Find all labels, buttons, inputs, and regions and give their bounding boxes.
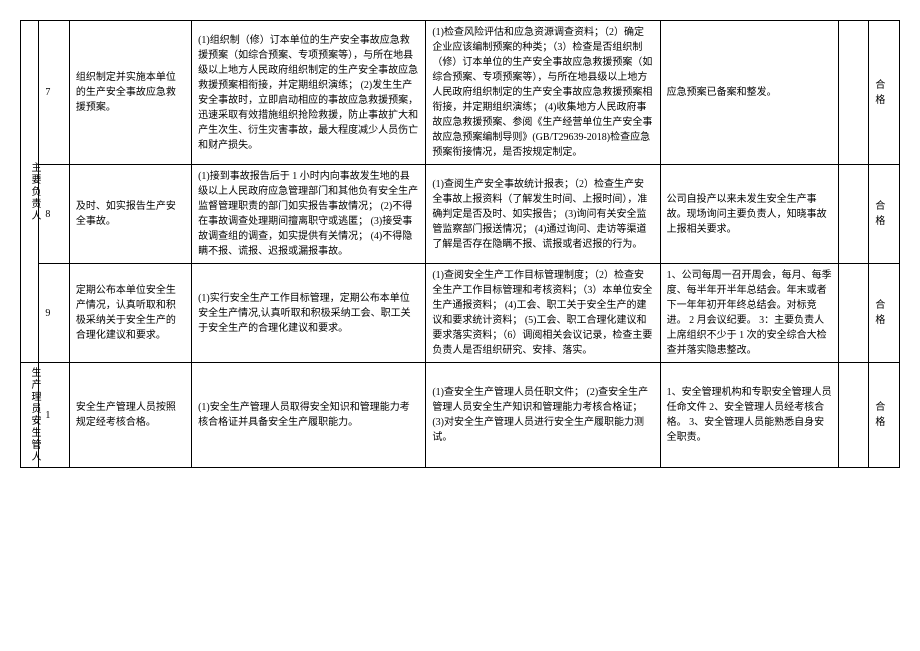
category-cell: 主要负责人 <box>21 21 39 363</box>
requirement-cell: (1)安全生产管理人员取得安全知识和管理能力考核合格证并具备安全生产履职能力。 <box>192 363 426 468</box>
item-cell: 及时、如实报告生产安全事故。 <box>69 165 191 264</box>
category-label: 生产理员安生管人 <box>27 367 42 463</box>
result-cell: 合格 <box>869 363 900 468</box>
note-cell: 1、公司每周一召开周会，每月、每季度、每半年开半年总结会。年末或者下一年年初开年… <box>660 264 838 363</box>
result-cell: 合格 <box>869 165 900 264</box>
row-number: 7 <box>39 21 70 165</box>
item-cell: 定期公布本单位安全生产情况，认真听取和积极采纳关于安全生产的合理化建议和要求。 <box>69 264 191 363</box>
check-cell: (1)检查风险评估和应急资源调查资料；（2）确定企业应该编制预案的种类；（3）检… <box>426 21 660 165</box>
table-row: 8 及时、如实报告生产安全事故。 (1)接到事故报告后于 1 小时内向事故发生地… <box>21 165 900 264</box>
blank-cell <box>838 21 869 165</box>
table-row: 主要负责人 7 组织制定并实施本单位的生产安全事故应急救援预案。 (1)组织制（… <box>21 21 900 165</box>
row-number: 9 <box>39 264 70 363</box>
check-cell: (1)查安全生产管理人员任职文件； (2)查安全生产管理人员安全生产知识和管理能… <box>426 363 660 468</box>
check-cell: (1)查阅安全生产工作目标管理制度；（2）检查安全生产工作目标管理和考核资料；（… <box>426 264 660 363</box>
blank-cell <box>838 165 869 264</box>
requirement-cell: (1)组织制（修）订本单位的生产安全事故应急救援预案（如综合预案、专项预案等），… <box>192 21 426 165</box>
result-cell: 合格 <box>869 21 900 165</box>
blank-cell <box>838 363 869 468</box>
category-label: 主要负责人 <box>27 162 42 222</box>
inspection-table: 主要负责人 7 组织制定并实施本单位的生产安全事故应急救援预案。 (1)组织制（… <box>20 20 900 468</box>
item-cell: 安全生产管理人员按照规定经考核合格。 <box>69 363 191 468</box>
row-number: 1 <box>39 363 70 468</box>
table-row: 生产理员安生管人 1 安全生产管理人员按照规定经考核合格。 (1)安全生产管理人… <box>21 363 900 468</box>
requirement-cell: (1)接到事故报告后于 1 小时内向事故发生地的县级以上人民政府应急管理部门和其… <box>192 165 426 264</box>
requirement-cell: (1)实行安全生产工作目标管理，定期公布本单位安全生产情况,认真听取和积极采纳工… <box>192 264 426 363</box>
note-cell: 应急预案已备案和整发。 <box>660 21 838 165</box>
check-cell: (1)查阅生产安全事故统计报表；（2）检查生产安全事故上报资料（了解发生时间、上… <box>426 165 660 264</box>
row-number: 8 <box>39 165 70 264</box>
category-cell: 生产理员安生管人 <box>21 363 39 468</box>
result-cell: 合格 <box>869 264 900 363</box>
note-cell: 公司自投产以来未发生安全生产事故。现场询问主要负责人，知晓事故上报相关要求。 <box>660 165 838 264</box>
table-row: 9 定期公布本单位安全生产情况，认真听取和积极采纳关于安全生产的合理化建议和要求… <box>21 264 900 363</box>
note-cell: 1、安全管理机构和专职安全管理人员任命文件 2、安全管理人员经考核合格。 3、安… <box>660 363 838 468</box>
blank-cell <box>838 264 869 363</box>
item-cell: 组织制定并实施本单位的生产安全事故应急救援预案。 <box>69 21 191 165</box>
